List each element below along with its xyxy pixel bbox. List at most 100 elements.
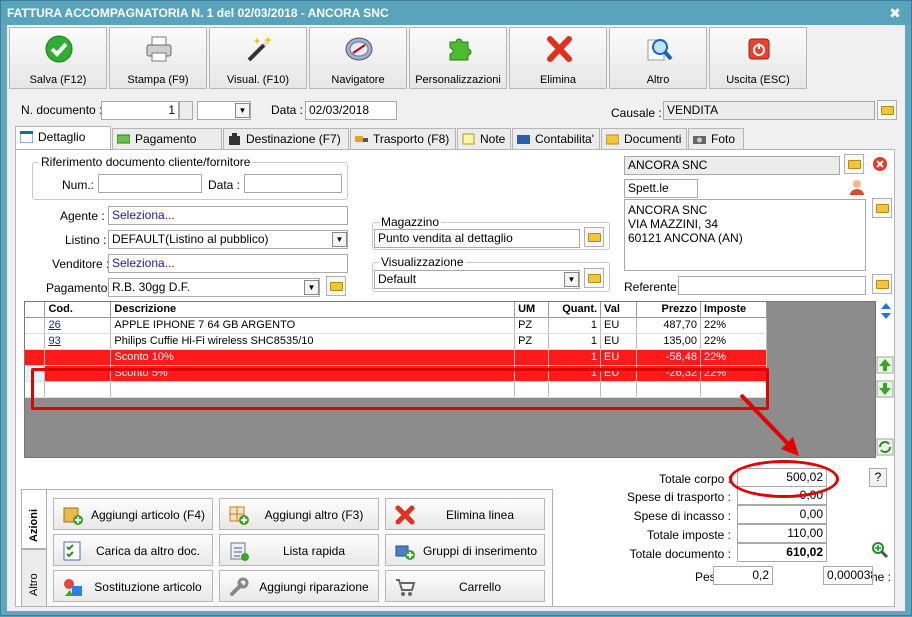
pagamento-folder-icon[interactable] [326, 276, 346, 296]
chevron-down-icon[interactable]: ▼ [304, 280, 319, 295]
row-selector[interactable] [25, 349, 46, 366]
delete-button[interactable]: Elimina [509, 27, 607, 89]
causale-input[interactable]: VENDITA [663, 101, 875, 120]
cell-prezzo[interactable]: 487,70 [636, 317, 701, 334]
table-row[interactable]: 93 Philips Cuffie Hi-Fi wireless SHC8535… [25, 333, 768, 350]
chevron-down-icon[interactable]: ▼ [235, 103, 250, 118]
cliente-folder-icon[interactable] [844, 154, 864, 174]
tab-contabilita[interactable]: Contabilita' [512, 128, 600, 150]
agente-input[interactable]: Seleziona... [108, 206, 348, 225]
arrow-up-icon[interactable] [876, 356, 894, 374]
tab-altro[interactable]: Altro [21, 549, 47, 607]
cell-imposte[interactable]: 22% [700, 349, 768, 366]
cart-button[interactable]: Carrello [385, 570, 545, 602]
preview-button[interactable]: Visual. (F10) [209, 27, 307, 89]
print-button[interactable]: Stampa (F9) [109, 27, 207, 89]
add-repair-button[interactable]: Aggiungi riparazione [219, 570, 379, 602]
ndoc-input[interactable]: 1 [101, 101, 179, 120]
help-button[interactable]: ? [869, 468, 887, 487]
cell-um[interactable]: PZ [514, 333, 550, 350]
volume-input[interactable]: 0,000038 [823, 566, 873, 585]
cell-cod[interactable]: 93 [44, 333, 112, 350]
cell-um[interactable] [514, 349, 550, 366]
contact-icon[interactable] [848, 178, 866, 196]
cell-val[interactable]: EU [600, 317, 638, 334]
cell-imposte[interactable]: 22% [700, 333, 768, 350]
visualizzazione-folder-icon[interactable] [584, 268, 604, 288]
col-val[interactable]: Val [600, 302, 638, 318]
tab-pagamento[interactable]: Pagamento (F6) [112, 128, 222, 166]
cell-quant[interactable]: 1 [548, 349, 602, 366]
rif-data-input[interactable] [244, 174, 342, 193]
cell-quant[interactable]: 1 [548, 333, 602, 350]
add-other-button[interactable]: Aggiungi altro (F3) [219, 498, 379, 530]
address-folder-icon[interactable] [872, 198, 892, 218]
col-cod[interactable]: Cod. [44, 302, 112, 318]
tab-azioni[interactable]: Azioni [21, 489, 47, 549]
causale-folder-icon[interactable] [877, 100, 897, 120]
tab-trasporto[interactable]: Trasporto (F8) [350, 128, 456, 150]
delete-line-button[interactable]: Elimina linea [385, 498, 545, 530]
arrow-down-icon[interactable] [876, 380, 894, 398]
cell-prezzo[interactable]: 135,00 [636, 333, 701, 350]
tab-documenti[interactable]: Documenti [601, 128, 687, 150]
quick-list-button[interactable]: Lista rapida [219, 534, 379, 566]
zoom-in-icon[interactable] [871, 541, 889, 559]
add-article-button[interactable]: Aggiungi articolo (F4) [53, 498, 213, 530]
exit-button[interactable]: Uscita (ESC) [709, 27, 807, 89]
cell-descrizione[interactable]: APPLE IPHONE 7 64 GB ARGENTO [110, 317, 516, 334]
cell-descrizione[interactable]: Philips Cuffie Hi-Fi wireless SHC8535/10 [110, 333, 516, 350]
tab-note[interactable]: Note [457, 128, 511, 150]
tab-foto[interactable]: Foto [688, 128, 744, 150]
spese-incasso-input[interactable]: 0,00 [737, 505, 827, 524]
other-button[interactable]: Altro [609, 27, 707, 89]
table-row-discount[interactable]: Sconto 10% 1 EU -58,48 22% [25, 349, 768, 366]
peso-input[interactable]: 0,2 [713, 566, 773, 585]
visualizzazione-select[interactable]: Default [374, 270, 580, 289]
referente-folder-icon[interactable] [872, 274, 892, 294]
ndoc-suffix-button[interactable] [179, 101, 193, 120]
col-quant[interactable]: Quant. [548, 302, 602, 318]
col-prezzo[interactable]: Prezzo [636, 302, 701, 318]
cell-descrizione[interactable]: Sconto 10% [110, 349, 516, 366]
listino-select[interactable]: DEFAULT(Listino al pubblico) [108, 230, 348, 249]
col-imposte[interactable]: Imposte [700, 302, 768, 318]
remove-client-icon[interactable] [872, 156, 888, 172]
rif-num-input[interactable] [98, 174, 202, 193]
tab-dettaglio[interactable]: Dettaglio (F5) [15, 126, 111, 164]
load-from-doc-button[interactable]: Carica da altro doc. [53, 534, 213, 566]
row-selector[interactable] [25, 333, 46, 350]
cliente-address[interactable]: ANCORA SNC VIA MAZZINI, 34 60121 ANCONA … [624, 199, 866, 271]
cell-um[interactable]: PZ [514, 317, 550, 334]
tab-destinazione[interactable]: Destinazione (F7) [223, 128, 349, 150]
cliente-name-input[interactable]: ANCORA SNC [624, 156, 840, 175]
cell-quant[interactable]: 1 [548, 317, 602, 334]
close-icon[interactable]: ✖ [887, 5, 903, 21]
venditore-input[interactable]: Seleziona... [108, 254, 348, 273]
magazzino-folder-icon[interactable] [584, 227, 604, 247]
refresh-icon[interactable] [876, 438, 894, 456]
cell-cod[interactable] [44, 349, 112, 366]
move-up-down-icon[interactable] [878, 302, 894, 320]
col-descrizione[interactable]: Descrizione [110, 302, 516, 318]
replace-article-button[interactable]: Sostituzione articolo [53, 570, 213, 602]
customize-button[interactable]: Personalizzazioni [409, 27, 507, 89]
cell-imposte[interactable]: 22% [700, 317, 768, 334]
cell-cod[interactable]: 26 [44, 317, 112, 334]
chevron-down-icon[interactable]: ▼ [332, 232, 347, 247]
cell-val[interactable]: EU [600, 349, 638, 366]
row-selector[interactable] [25, 317, 46, 334]
chevron-down-icon[interactable]: ▼ [564, 272, 579, 287]
pagamento-select[interactable]: R.B. 30gg D.F. [108, 278, 320, 297]
salutation-input[interactable]: Spett.le [624, 179, 698, 198]
magazzino-input[interactable]: Punto vendita al dettaglio [374, 229, 580, 248]
navigator-button[interactable]: Navigatore [309, 27, 407, 89]
cell-prezzo[interactable]: -58,48 [636, 349, 701, 366]
insert-groups-button[interactable]: Gruppi di inserimento [385, 534, 545, 566]
cell-val[interactable]: EU [600, 333, 638, 350]
referente-input[interactable] [678, 276, 866, 295]
data-input[interactable]: 02/03/2018 [305, 101, 397, 120]
col-um[interactable]: UM [514, 302, 550, 318]
table-row[interactable]: 26 APPLE IPHONE 7 64 GB ARGENTO PZ 1 EU … [25, 317, 768, 334]
save-button[interactable]: Salva (F12) [9, 27, 107, 89]
